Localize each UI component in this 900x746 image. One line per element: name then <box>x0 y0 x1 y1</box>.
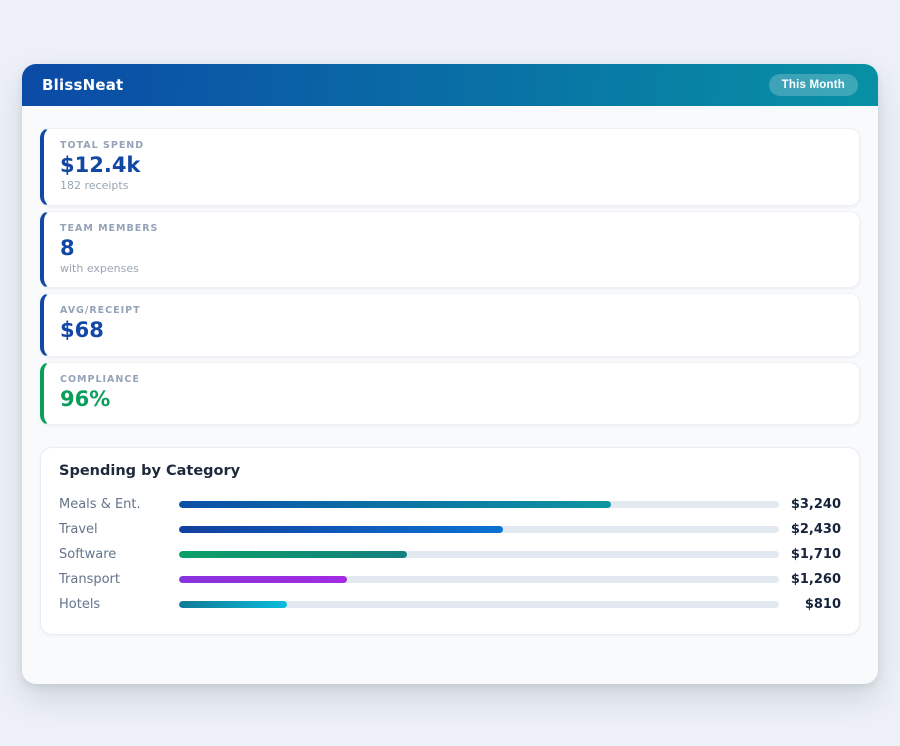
category-label: Transport <box>59 572 179 587</box>
bar-track <box>179 601 779 608</box>
category-label: Software <box>59 547 179 562</box>
category-value: $1,260 <box>779 572 841 587</box>
stat-value: 8 <box>60 234 841 262</box>
bar-fill <box>179 601 287 608</box>
bar-fill <box>179 526 503 533</box>
spending-by-category-chart: Spending by Category Meals & Ent. $3,240… <box>40 447 860 635</box>
bar-track <box>179 526 779 533</box>
dashboard-card: BlissNeat This Month TOTAL SPEND $12.4k … <box>22 64 878 684</box>
bar-fill <box>179 576 347 583</box>
chart-row-travel: Travel $2,430 <box>59 517 841 542</box>
content-area: TOTAL SPEND $12.4k 182 receipts TEAM MEM… <box>22 106 878 635</box>
stat-card-total-spend: TOTAL SPEND $12.4k 182 receipts <box>40 128 860 206</box>
stat-label: TOTAL SPEND <box>60 140 841 151</box>
category-value: $2,430 <box>779 522 841 537</box>
chart-row-transport: Transport $1,260 <box>59 567 841 592</box>
stat-value: $68 <box>60 316 841 344</box>
bar-fill <box>179 501 611 508</box>
stat-card-team-members: TEAM MEMBERS 8 with expenses <box>40 211 860 289</box>
stat-label: COMPLIANCE <box>60 374 841 385</box>
stat-subtext: 182 receipts <box>60 179 841 193</box>
category-value: $3,240 <box>779 497 841 512</box>
category-value: $810 <box>779 597 841 612</box>
chart-row-hotels: Hotels $810 <box>59 592 841 617</box>
bar-fill <box>179 551 407 558</box>
stat-card-compliance: COMPLIANCE 96% <box>40 362 860 425</box>
category-label: Meals & Ent. <box>59 497 179 512</box>
chart-title: Spending by Category <box>59 463 841 479</box>
bar-track <box>179 576 779 583</box>
chart-row-software: Software $1,710 <box>59 542 841 567</box>
app-title: BlissNeat <box>42 76 123 94</box>
stat-value: $12.4k <box>60 151 841 179</box>
stat-card-avg-receipt: AVG/RECEIPT $68 <box>40 293 860 356</box>
category-label: Hotels <box>59 597 179 612</box>
bar-track <box>179 551 779 558</box>
stat-value: 96% <box>60 385 841 413</box>
stat-label: AVG/RECEIPT <box>60 305 841 316</box>
stat-label: TEAM MEMBERS <box>60 223 841 234</box>
header: BlissNeat This Month <box>22 64 878 106</box>
category-value: $1,710 <box>779 547 841 562</box>
category-label: Travel <box>59 522 179 537</box>
bar-track <box>179 501 779 508</box>
period-badge[interactable]: This Month <box>769 74 858 96</box>
chart-row-meals: Meals & Ent. $3,240 <box>59 492 841 517</box>
stat-subtext: with expenses <box>60 262 841 276</box>
